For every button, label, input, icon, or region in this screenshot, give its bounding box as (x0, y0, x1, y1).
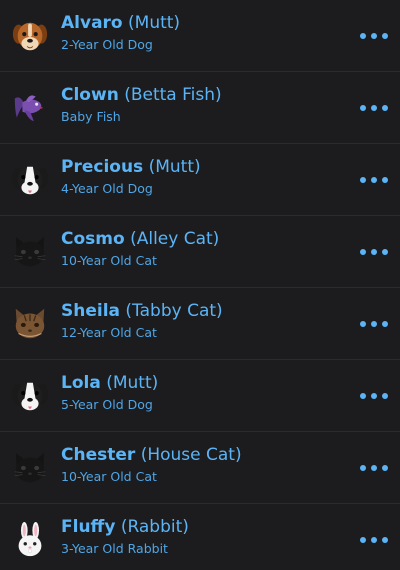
pet-subtitle: 2-Year Old Dog (61, 37, 153, 52)
black-cat-icon (11, 449, 49, 487)
pet-name: Alvaro (61, 13, 123, 33)
pet-name: Chester (61, 445, 136, 465)
more-horizontal-icon (382, 537, 388, 543)
pet-subtitle: Baby Fish (61, 109, 121, 124)
pet-row-precious[interactable]: Precious (Mutt) 4-Year Old Dog (0, 144, 400, 216)
pet-row-chester[interactable]: Chester (House Cat) 10-Year Old Cat (0, 432, 400, 504)
more-options-button[interactable] (360, 386, 388, 406)
pet-row-sheila[interactable]: Sheila (Tabby Cat) 12-Year Old Cat (0, 288, 400, 360)
pet-title: Sheila (Tabby Cat) (61, 301, 223, 321)
pet-name: Lola (61, 373, 101, 393)
more-horizontal-icon (371, 393, 377, 399)
more-horizontal-icon (360, 393, 366, 399)
pet-breed: (Rabbit) (120, 517, 189, 537)
pet-breed: (Mutt) (106, 373, 159, 393)
pet-breed: (Betta Fish) (124, 85, 222, 105)
pet-breed: (House Cat) (140, 445, 242, 465)
white-rabbit-icon (11, 521, 49, 559)
pet-breed: (Tabby Cat) (125, 301, 223, 321)
more-horizontal-icon (382, 33, 388, 39)
pet-breed: (Alley Cat) (130, 229, 220, 249)
pet-title: Alvaro (Mutt) (61, 13, 180, 33)
pet-title: Fluffy (Rabbit) (61, 517, 189, 537)
pet-breed: (Mutt) (148, 157, 201, 177)
more-horizontal-icon (360, 177, 366, 183)
more-horizontal-icon (371, 537, 377, 543)
more-horizontal-icon (360, 465, 366, 471)
pet-title: Precious (Mutt) (61, 157, 201, 177)
more-horizontal-icon (382, 465, 388, 471)
more-horizontal-icon (360, 249, 366, 255)
more-horizontal-icon (360, 33, 366, 39)
more-horizontal-icon (382, 177, 388, 183)
pet-subtitle: 5-Year Old Dog (61, 397, 153, 412)
more-horizontal-icon (371, 33, 377, 39)
betta-fish-icon (11, 89, 49, 127)
pet-name: Fluffy (61, 517, 116, 537)
more-horizontal-icon (371, 105, 377, 111)
pet-subtitle: 4-Year Old Dog (61, 181, 153, 196)
pet-list: Alvaro (Mutt) 2-Year Old Dog Clown (Bett… (0, 0, 400, 570)
pet-row-clown[interactable]: Clown (Betta Fish) Baby Fish (0, 72, 400, 144)
pet-row-alvaro[interactable]: Alvaro (Mutt) 2-Year Old Dog (0, 0, 400, 72)
pet-row-lola[interactable]: Lola (Mutt) 5-Year Old Dog (0, 360, 400, 432)
more-horizontal-icon (382, 321, 388, 327)
black-cat-icon (11, 233, 49, 271)
more-horizontal-icon (382, 393, 388, 399)
more-horizontal-icon (382, 249, 388, 255)
black-white-dog-icon (11, 377, 49, 415)
more-options-button[interactable] (360, 530, 388, 550)
pet-title: Clown (Betta Fish) (61, 85, 222, 105)
brown-dog-icon (11, 17, 49, 55)
more-options-button[interactable] (360, 170, 388, 190)
pet-subtitle: 3-Year Old Rabbit (61, 541, 168, 556)
pet-name: Precious (61, 157, 144, 177)
pet-row-cosmo[interactable]: Cosmo (Alley Cat) 10-Year Old Cat (0, 216, 400, 288)
tabby-cat-icon (11, 305, 49, 343)
more-options-button[interactable] (360, 314, 388, 334)
pet-title: Cosmo (Alley Cat) (61, 229, 219, 249)
more-horizontal-icon (360, 321, 366, 327)
pet-name: Sheila (61, 301, 121, 321)
pet-name: Cosmo (61, 229, 125, 249)
more-options-button[interactable] (360, 458, 388, 478)
more-horizontal-icon (371, 465, 377, 471)
more-options-button[interactable] (360, 242, 388, 262)
pet-subtitle: 12-Year Old Cat (61, 325, 157, 340)
black-white-dog-icon (11, 161, 49, 199)
pet-breed: (Mutt) (128, 13, 181, 33)
pet-row-fluffy[interactable]: Fluffy (Rabbit) 3-Year Old Rabbit (0, 504, 400, 570)
pet-title: Chester (House Cat) (61, 445, 242, 465)
more-horizontal-icon (371, 249, 377, 255)
pet-subtitle: 10-Year Old Cat (61, 253, 157, 268)
more-horizontal-icon (382, 105, 388, 111)
pet-title: Lola (Mutt) (61, 373, 158, 393)
more-horizontal-icon (371, 321, 377, 327)
pet-name: Clown (61, 85, 119, 105)
more-horizontal-icon (371, 177, 377, 183)
more-horizontal-icon (360, 105, 366, 111)
more-horizontal-icon (360, 537, 366, 543)
pet-subtitle: 10-Year Old Cat (61, 469, 157, 484)
more-options-button[interactable] (360, 26, 388, 46)
more-options-button[interactable] (360, 98, 388, 118)
